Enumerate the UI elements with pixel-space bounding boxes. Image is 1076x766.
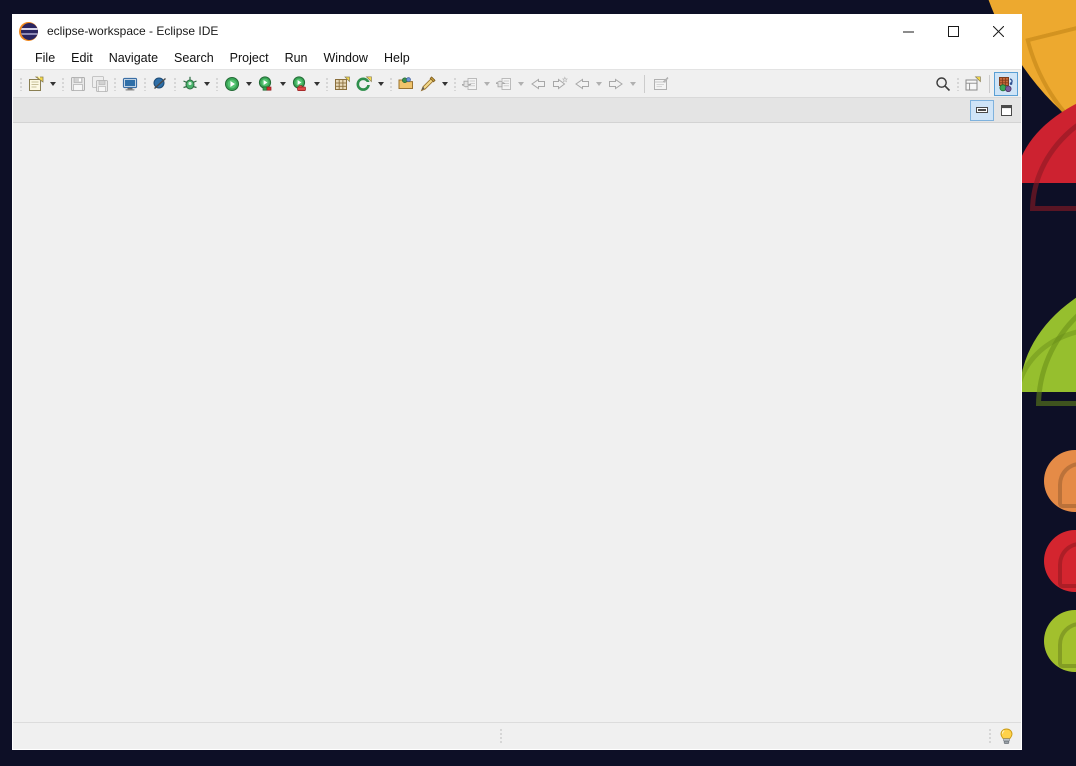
back-dropdown-icon[interactable] bbox=[593, 73, 605, 95]
back-button[interactable] bbox=[571, 73, 593, 95]
toolbar-grip[interactable] bbox=[387, 75, 395, 93]
menu-item-edit[interactable]: Edit bbox=[63, 49, 101, 67]
new-class-dropdown-icon[interactable] bbox=[375, 73, 387, 95]
next-annotation-button[interactable] bbox=[459, 73, 481, 95]
close-icon[interactable] bbox=[976, 15, 1021, 47]
toolbar-separator bbox=[989, 74, 990, 93]
next-edit-location-button[interactable] bbox=[549, 73, 571, 95]
wallpaper-petal-green bbox=[1020, 262, 1076, 406]
toolbar-grip[interactable] bbox=[111, 75, 119, 93]
save-all-button[interactable] bbox=[89, 73, 111, 95]
menu-item-search[interactable]: Search bbox=[166, 49, 222, 67]
main-toolbar bbox=[13, 69, 1021, 98]
profile-button[interactable] bbox=[289, 73, 311, 95]
new-wizard-button[interactable] bbox=[25, 73, 47, 95]
pin-editor-button[interactable] bbox=[650, 73, 672, 95]
previous-annotation-button[interactable] bbox=[493, 73, 515, 95]
maximize-editor-icon[interactable] bbox=[995, 101, 1017, 120]
toolbar-grip[interactable] bbox=[59, 75, 67, 93]
toolbar-grip[interactable] bbox=[17, 75, 25, 93]
maximize-icon[interactable] bbox=[931, 15, 976, 47]
search-icon[interactable] bbox=[932, 73, 954, 95]
last-edit-location-button[interactable] bbox=[527, 73, 549, 95]
status-bar-grip-left[interactable] bbox=[496, 726, 506, 746]
menu-item-run[interactable]: Run bbox=[277, 49, 316, 67]
editor-area-trim bbox=[13, 98, 1021, 123]
forward-dropdown-icon[interactable] bbox=[627, 73, 639, 95]
toolbar-grip[interactable] bbox=[451, 75, 459, 93]
eclipse-logo-icon bbox=[21, 22, 38, 40]
toolbar-grip[interactable] bbox=[171, 75, 179, 93]
restore-editor-icon[interactable] bbox=[970, 99, 994, 121]
next-annotation-dropdown-icon[interactable] bbox=[481, 73, 493, 95]
editor-area[interactable] bbox=[13, 123, 1021, 722]
mark-occurrences-dropdown-icon[interactable] bbox=[439, 73, 451, 95]
title-bar-left: eclipse-workspace - Eclipse IDE bbox=[13, 22, 886, 40]
menu-item-help[interactable]: Help bbox=[376, 49, 418, 67]
new-class-button[interactable] bbox=[353, 73, 375, 95]
toolbar-separator bbox=[644, 74, 645, 93]
menu-item-window[interactable]: Window bbox=[316, 49, 376, 67]
toolbar-grip[interactable] bbox=[954, 75, 962, 93]
title-bar: eclipse-workspace - Eclipse IDE bbox=[13, 15, 1021, 47]
run-dropdown-icon[interactable] bbox=[243, 73, 255, 95]
java-perspective-button[interactable] bbox=[994, 71, 1018, 96]
status-bar-grip-right[interactable] bbox=[985, 726, 995, 746]
window-title: eclipse-workspace - Eclipse IDE bbox=[47, 24, 219, 38]
menu-item-file[interactable]: File bbox=[27, 49, 63, 67]
eclipse-main-window: eclipse-workspace - Eclipse IDE File Edi… bbox=[12, 14, 1022, 750]
coverage-button[interactable] bbox=[255, 73, 277, 95]
open-type-button[interactable] bbox=[395, 73, 417, 95]
debug-button[interactable] bbox=[179, 73, 201, 95]
toolbar-left-group bbox=[17, 73, 932, 95]
menu-bar: File Edit Navigate Search Project Run Wi… bbox=[13, 47, 1021, 69]
tip-lightbulb-icon[interactable] bbox=[995, 725, 1017, 747]
debug-dropdown-icon[interactable] bbox=[201, 73, 213, 95]
open-perspective-button[interactable] bbox=[962, 73, 984, 95]
toolbar-grip[interactable] bbox=[323, 75, 331, 93]
run-button[interactable] bbox=[221, 73, 243, 95]
new-package-button[interactable] bbox=[331, 73, 353, 95]
new-wizard-dropdown-icon[interactable] bbox=[47, 73, 59, 95]
toolbar-right-group bbox=[932, 71, 1018, 96]
window-controls bbox=[886, 15, 1021, 47]
toolbar-grip[interactable] bbox=[213, 75, 221, 93]
minimize-icon[interactable] bbox=[886, 15, 931, 47]
menu-item-navigate[interactable]: Navigate bbox=[101, 49, 166, 67]
skip-breakpoints-button[interactable] bbox=[149, 73, 171, 95]
profile-dropdown-icon[interactable] bbox=[311, 73, 323, 95]
wallpaper-badge-orange bbox=[1044, 450, 1076, 512]
mark-occurrences-button[interactable] bbox=[417, 73, 439, 95]
coverage-dropdown-icon[interactable] bbox=[277, 73, 289, 95]
wallpaper-badge-red bbox=[1044, 530, 1076, 592]
forward-button[interactable] bbox=[605, 73, 627, 95]
save-button[interactable] bbox=[67, 73, 89, 95]
wallpaper-badge-green bbox=[1044, 610, 1076, 672]
status-bar bbox=[13, 722, 1021, 749]
previous-annotation-dropdown-icon[interactable] bbox=[515, 73, 527, 95]
open-console-button[interactable] bbox=[119, 73, 141, 95]
toolbar-grip[interactable] bbox=[141, 75, 149, 93]
menu-item-project[interactable]: Project bbox=[222, 49, 277, 67]
